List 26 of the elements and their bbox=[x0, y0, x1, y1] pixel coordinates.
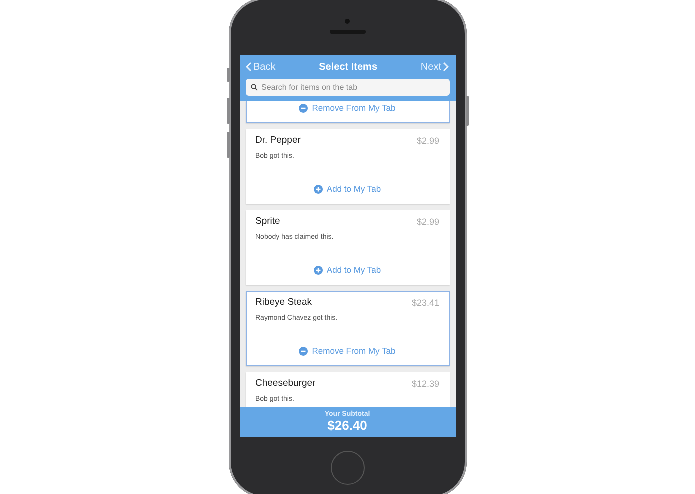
item-price: $23.41 bbox=[412, 298, 440, 308]
item-price: $2.99 bbox=[416, 216, 440, 226]
item-price: $12.39 bbox=[412, 378, 440, 388]
minus-circle-icon bbox=[299, 104, 308, 112]
subtotal-amount: $26.40 bbox=[328, 418, 368, 433]
item-name: Cheeseburger bbox=[256, 378, 316, 389]
plus-circle-icon bbox=[314, 266, 323, 274]
item-name: Sprite bbox=[256, 216, 280, 227]
minus-circle-icon bbox=[299, 346, 308, 356]
add-to-tab-button[interactable]: Add to My Tab bbox=[314, 265, 382, 275]
chevron-right-icon bbox=[443, 62, 450, 72]
remove-from-tab-button[interactable]: Remove From My Tab bbox=[299, 346, 396, 356]
home-button[interactable] bbox=[330, 451, 364, 485]
screen-title: Select Items bbox=[319, 62, 378, 72]
add-to-tab-button[interactable]: Add to My Tab bbox=[314, 184, 382, 194]
item-name: Dr. Pepper bbox=[256, 135, 301, 146]
remove-from-tab-button[interactable]: Remove From My Tab bbox=[299, 103, 396, 113]
search-icon bbox=[250, 84, 258, 91]
camera-dot bbox=[345, 19, 350, 24]
back-button[interactable]: Back bbox=[246, 62, 276, 72]
chevron-left-icon bbox=[246, 62, 252, 72]
item-name: Ribeye Steak bbox=[256, 297, 312, 308]
search-field[interactable]: Search for items on the tab bbox=[246, 79, 450, 96]
item-price: $2.99 bbox=[416, 136, 440, 146]
plus-circle-icon bbox=[314, 184, 323, 194]
next-button[interactable]: Next bbox=[420, 62, 450, 72]
